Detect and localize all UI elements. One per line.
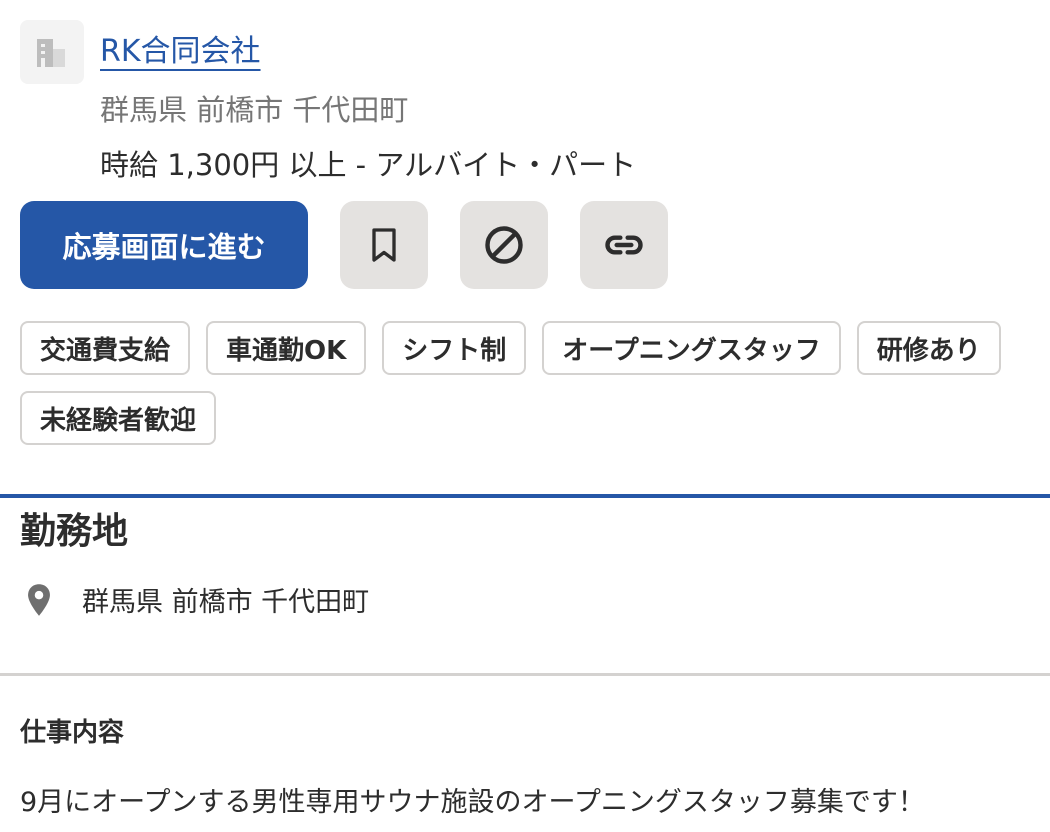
tag-chip: オープニングスタッフ — [542, 321, 841, 375]
tag-chip: 未経験者歓迎 — [20, 391, 217, 445]
section-divider-accent — [0, 494, 1050, 498]
job-detail-page: RK合同会社 群馬県 前橋市 千代田町 時給 1,300円 以上 - アルバイト… — [0, 0, 1050, 832]
tag-chip: 研修あり — [856, 321, 1001, 375]
bookmark-icon — [372, 228, 396, 262]
company-name-link[interactable]: RK合同会社 — [100, 26, 261, 70]
tag-chip: 車通勤OK — [206, 321, 367, 375]
section-divider — [0, 673, 1050, 676]
work-location-address: 群馬県 前橋市 千代田町 — [82, 587, 370, 618]
company-logo — [20, 20, 84, 84]
tag-chip: シフト制 — [382, 321, 527, 375]
copy-link-button[interactable] — [580, 201, 668, 289]
job-description: 9月にオープンする男性専用サウナ施設のオープニングスタッフ募集です！ — [20, 787, 925, 818]
job-tags: 交通費支給 車通勤OK シフト制 オープニングスタッフ 研修あり 未経験者歓迎 — [20, 321, 1050, 445]
location-pin-icon — [24, 583, 54, 617]
work-location-heading: 勤務地 — [20, 511, 129, 552]
link-icon — [605, 235, 643, 255]
salary-info: 時給 1,300円 以上 - アルバイト・パート — [100, 148, 637, 182]
company-location: 群馬県 前橋市 千代田町 — [100, 93, 409, 127]
building-icon — [37, 39, 65, 67]
not-interested-button[interactable] — [460, 201, 548, 289]
not-interested-icon — [485, 226, 523, 264]
work-location-row: 群馬県 前橋市 千代田町 — [24, 580, 369, 619]
tag-chip: 交通費支給 — [20, 321, 191, 375]
apply-button[interactable]: 応募画面に進む — [20, 201, 308, 289]
job-content-heading: 仕事内容 — [20, 718, 125, 748]
save-job-button[interactable] — [340, 201, 428, 289]
